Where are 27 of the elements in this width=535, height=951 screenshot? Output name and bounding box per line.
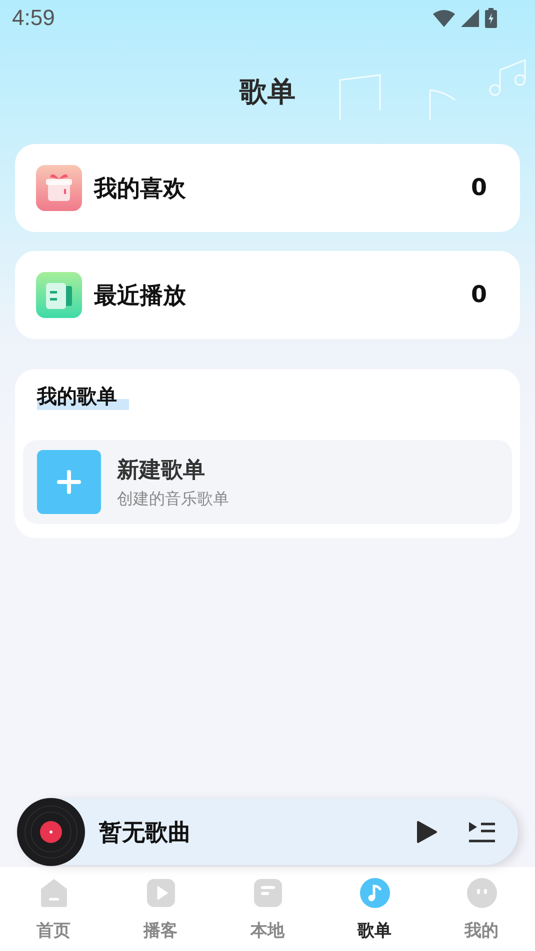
section-heading: 我的歌单 — [37, 383, 129, 410]
nav-tab[interactable]: 本地 — [214, 867, 321, 951]
nav-tab[interactable]: 播客 — [107, 867, 214, 951]
playlist-name: 我的喜欢 — [94, 174, 187, 204]
signal-icon — [461, 9, 479, 27]
plus-icon — [37, 450, 101, 514]
song-count: 0 — [470, 282, 487, 308]
nav-tab[interactable]: 我的 — [428, 867, 535, 951]
status-time: 4:59 — [12, 5, 55, 31]
song-title: 暂无歌曲 — [99, 818, 192, 848]
playlist-card[interactable]: 我的喜欢 0 — [15, 144, 520, 232]
music-note-icon — [358, 877, 390, 909]
item-title: 新建歌单 — [117, 456, 206, 484]
page-title: 歌单 — [240, 74, 296, 110]
playlist-card[interactable]: 最近播放 0 — [15, 251, 520, 339]
create-playlist-item[interactable]: 新建歌单 创建的音乐歌单 — [23, 440, 512, 524]
play-square-icon — [144, 877, 176, 909]
nav-tab[interactable]: 首页 — [0, 867, 107, 951]
mini-player[interactable]: 暂无歌曲 — [17, 799, 518, 865]
item-subtitle: 创建的音乐歌单 — [117, 488, 229, 510]
gift-box-icon — [36, 165, 82, 211]
wifi-icon — [433, 9, 455, 27]
playlist-name: 最近播放 — [94, 282, 187, 310]
battery-icon — [485, 8, 497, 28]
nav-tab[interactable]: 歌单 — [321, 867, 428, 951]
song-count: 0 — [470, 175, 487, 201]
face-icon — [466, 877, 498, 909]
